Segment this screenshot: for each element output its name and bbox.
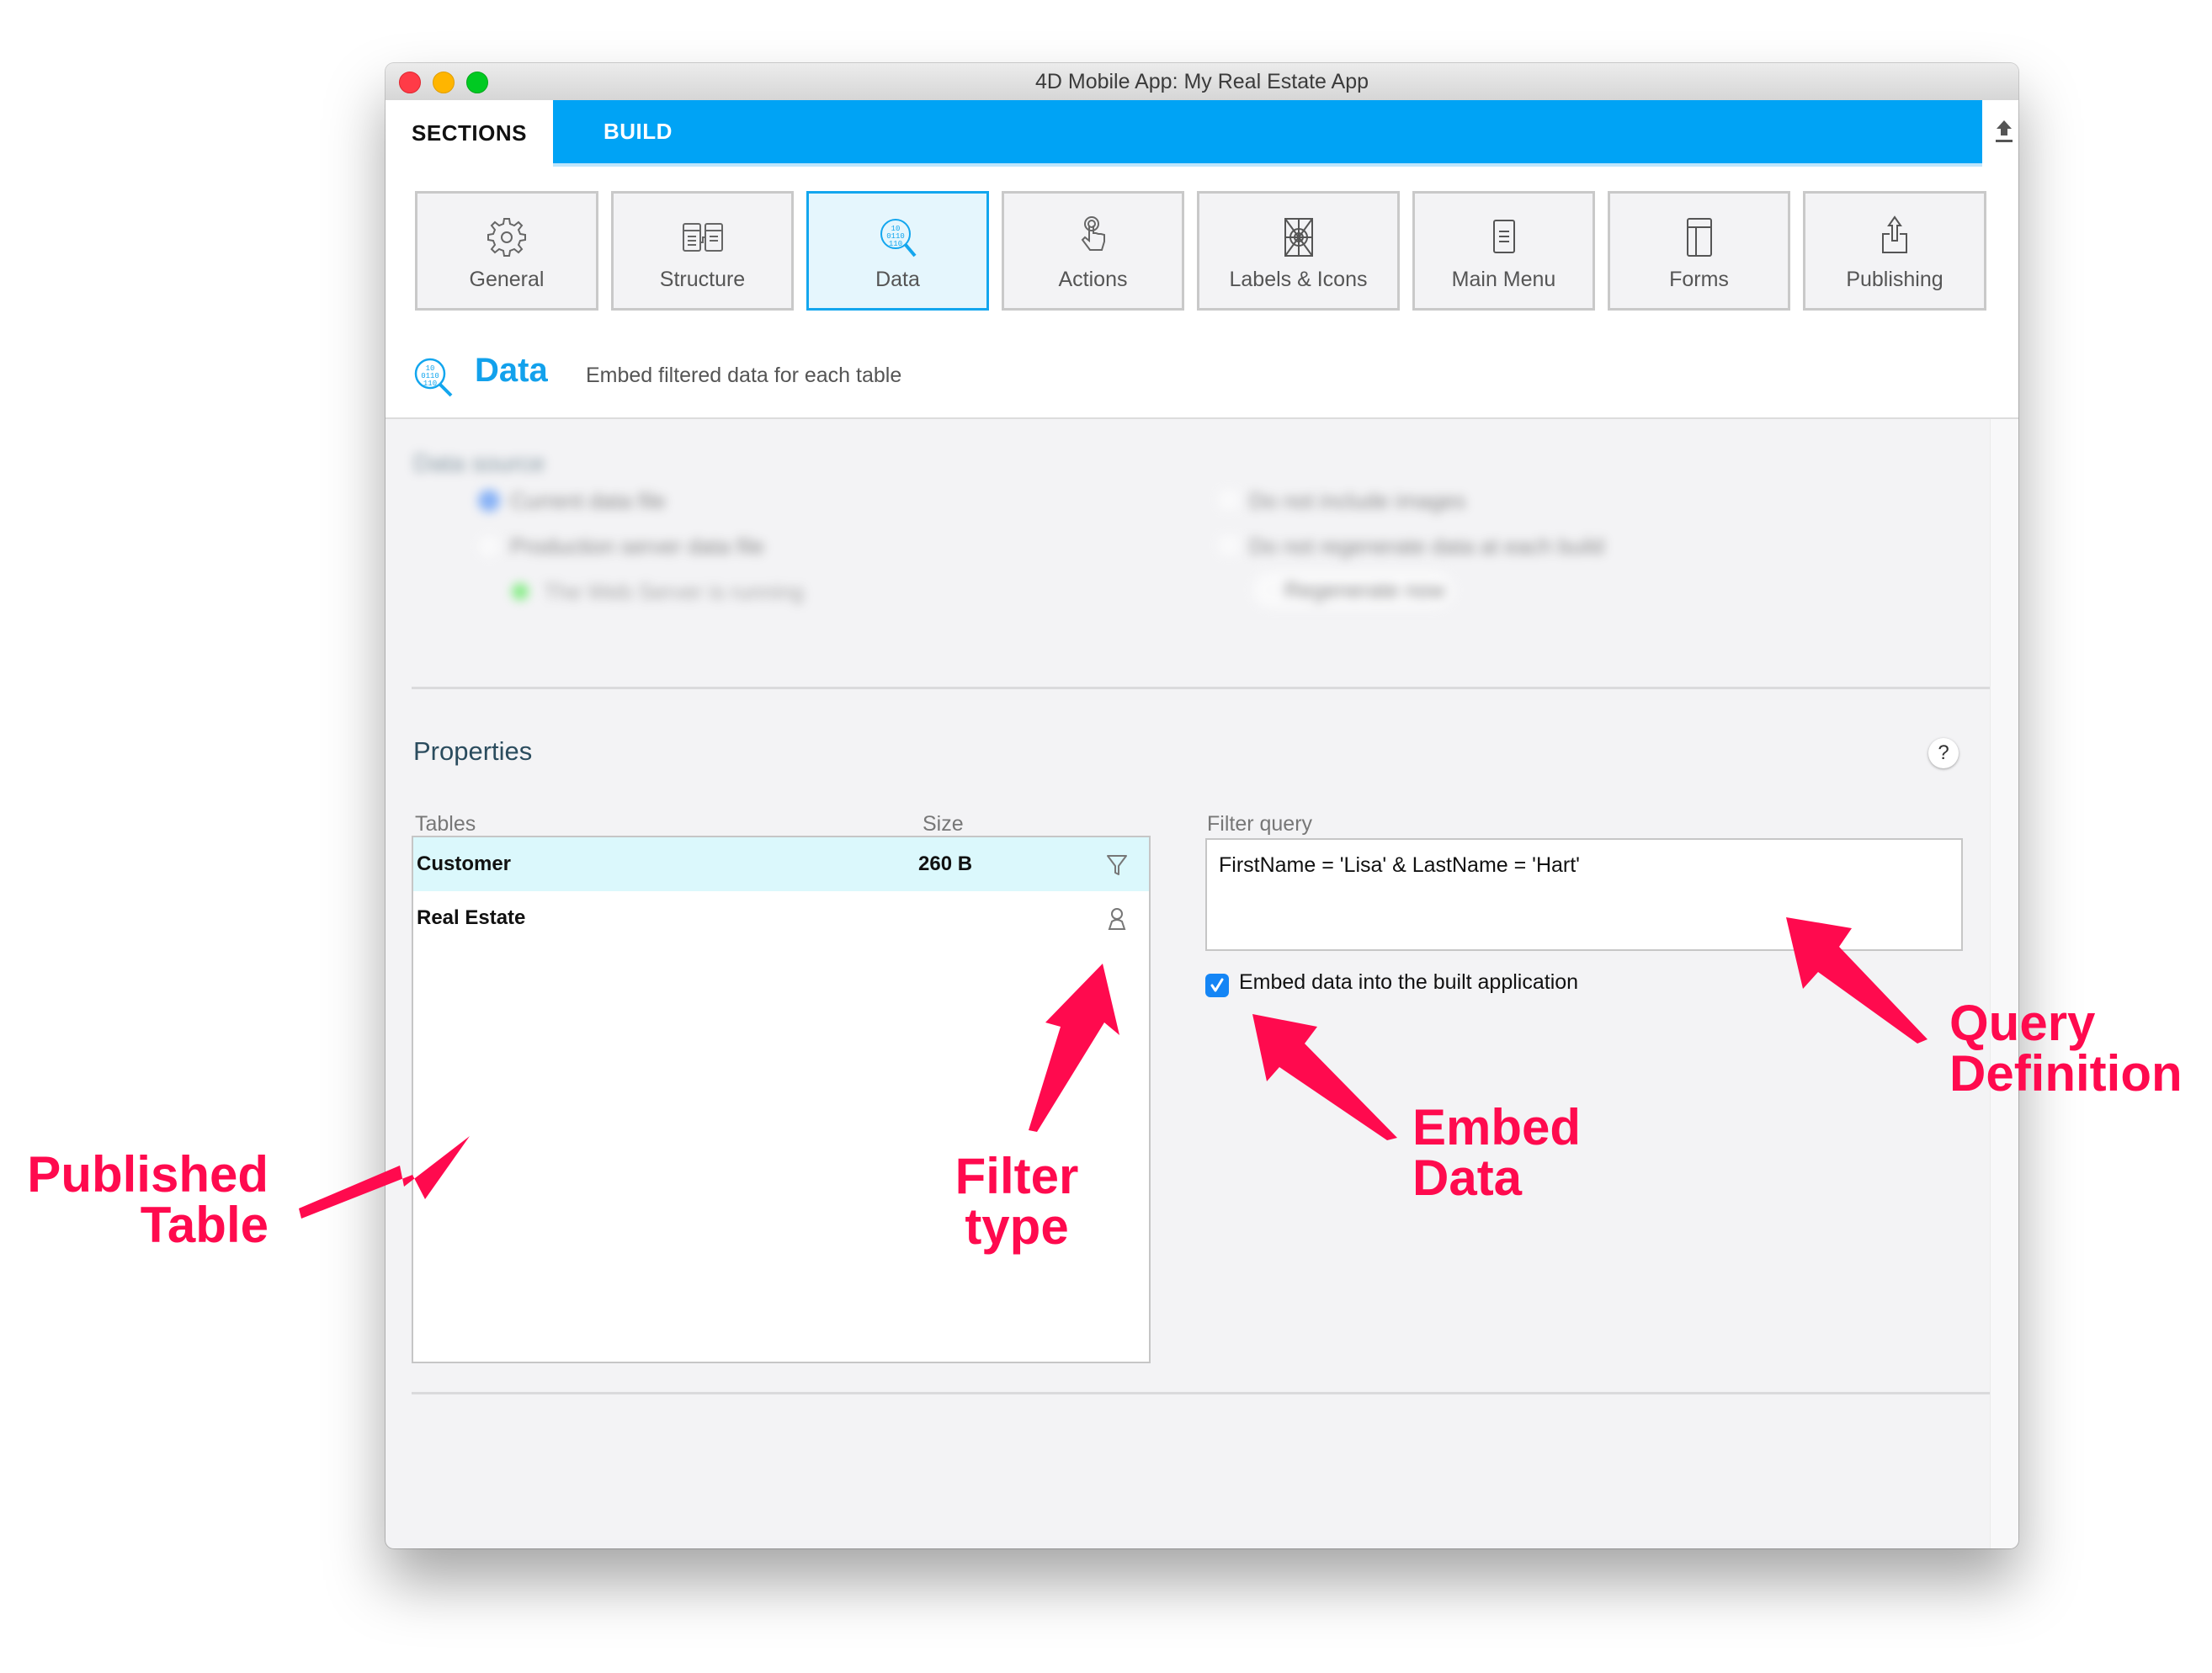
window-title: 4D Mobile App: My Real Estate App	[1034, 70, 1369, 93]
checkmark-icon	[1210, 978, 1224, 992]
user-filter-icon[interactable]	[1105, 906, 1129, 932]
share-icon	[1882, 215, 1907, 253]
annotation-line: Filter	[954, 1148, 1079, 1204]
radio-production-data-file[interactable]	[478, 535, 500, 557]
checkbox-label: Do not include images	[1249, 488, 1466, 513]
tile-label: Labels & Icons	[1229, 268, 1368, 291]
tile-actions[interactable]: Actions	[1002, 191, 1184, 311]
tab-sections[interactable]: SECTIONS	[386, 100, 553, 167]
annotation-line: Data	[1412, 1150, 1523, 1206]
upload-icon[interactable]	[1993, 117, 2015, 146]
tile-label: Actions	[1058, 268, 1128, 291]
embed-data-checkbox[interactable]	[1205, 974, 1229, 997]
radio-label: Production server data file	[510, 534, 765, 559]
server-status-text: The Web Server is running	[544, 579, 804, 604]
tile-labels-icons[interactable]: Labels & Icons	[1197, 191, 1400, 311]
annotation-line: type	[965, 1198, 1069, 1255]
data-search-icon: 10 0110 110	[880, 219, 917, 258]
properties-title: Properties	[413, 736, 533, 766]
help-button[interactable]: ?	[1928, 738, 1959, 768]
page-subtitle: Embed filtered data for each table	[586, 364, 902, 387]
tile-label: Main Menu	[1451, 268, 1556, 291]
tile-label: General	[469, 268, 545, 291]
annotation-published-table: Published Table	[20, 1150, 269, 1251]
regenerate-now-label: Regenerate now	[1284, 577, 1445, 603]
annotation-query-definition: Query Definition	[1949, 998, 2183, 1099]
svg-text:110: 110	[888, 240, 901, 248]
tile-general[interactable]: General	[415, 191, 598, 311]
tile-publishing[interactable]: Publishing	[1803, 191, 1986, 311]
forms-icon	[1686, 218, 1712, 257]
data-source-section-blurred: Data source Current data file Production…	[386, 433, 1990, 686]
annotation-line: Query	[1949, 995, 2096, 1051]
gear-icon	[487, 218, 526, 257]
tab-build-label: BUILD	[604, 119, 673, 144]
tables-column-header: Tables	[415, 812, 476, 836]
tab-build[interactable]: BUILD	[553, 100, 1982, 167]
server-status-dot	[512, 583, 529, 600]
data-search-icon: 10 0110 110	[414, 358, 453, 397]
table-row[interactable]: Customer 260 B	[413, 837, 1149, 891]
filter-funnel-icon[interactable]	[1105, 852, 1129, 878]
size-column-header: Size	[923, 812, 964, 836]
top-tab-bar: SECTIONS BUILD	[386, 100, 2018, 167]
app-window: 4D Mobile App: My Real Estate App SECTIO…	[386, 63, 2018, 1548]
table-name: Real Estate	[417, 906, 526, 929]
annotation-line: Published	[27, 1146, 269, 1203]
labels-icons-icon	[1284, 218, 1313, 257]
checkbox-label: Do not regenerate data at each build	[1249, 534, 1605, 559]
annotation-line: Table	[140, 1197, 269, 1253]
tile-label: Forms	[1669, 268, 1729, 291]
divider	[412, 1392, 1990, 1394]
table-size: 260 B	[918, 852, 973, 875]
scrollbar[interactable]	[1990, 419, 2018, 1548]
tile-data[interactable]: 10 0110 110 Data	[806, 191, 989, 311]
touch-hand-icon	[1081, 216, 1105, 251]
table-row[interactable]: Real Estate	[413, 891, 1149, 945]
menu-icon	[1492, 220, 1515, 253]
annotation-line: Definition	[1949, 1045, 2183, 1102]
tile-main-menu[interactable]: Main Menu	[1412, 191, 1595, 311]
embed-data-label: Embed data into the built application	[1239, 970, 1579, 994]
filter-query-label: Filter query	[1207, 812, 1313, 836]
tables-list: Customer 260 B Real Estate	[412, 836, 1151, 1363]
page-title: Data	[475, 352, 548, 389]
filter-query-input[interactable]	[1205, 838, 1963, 951]
tile-forms[interactable]: Forms	[1608, 191, 1790, 311]
table-name: Customer	[417, 852, 512, 875]
radio-current-data-file[interactable]	[478, 490, 500, 512]
data-source-title: Data source	[413, 450, 545, 477]
tile-label: Structure	[659, 268, 746, 291]
annotation-line: Embed	[1412, 1099, 1582, 1155]
checkbox-no-images[interactable]	[1219, 490, 1239, 510]
tile-label: Data	[875, 268, 920, 291]
annotation-embed-data: Embed Data	[1412, 1102, 1581, 1203]
tile-structure[interactable]: Structure	[611, 191, 794, 311]
structure-icon	[682, 223, 723, 252]
divider	[412, 687, 1990, 689]
svg-text:110: 110	[423, 380, 437, 388]
title-bar: 4D Mobile App: My Real Estate App	[386, 63, 2018, 101]
annotation-filter-type: Filter type	[949, 1151, 1084, 1252]
page-header: 10 0110 110 Data Embed filtered data for…	[386, 337, 2018, 419]
checkbox-no-regenerate[interactable]	[1219, 535, 1239, 555]
tile-label: Publishing	[1846, 268, 1943, 291]
radio-label: Current data file	[510, 488, 666, 513]
